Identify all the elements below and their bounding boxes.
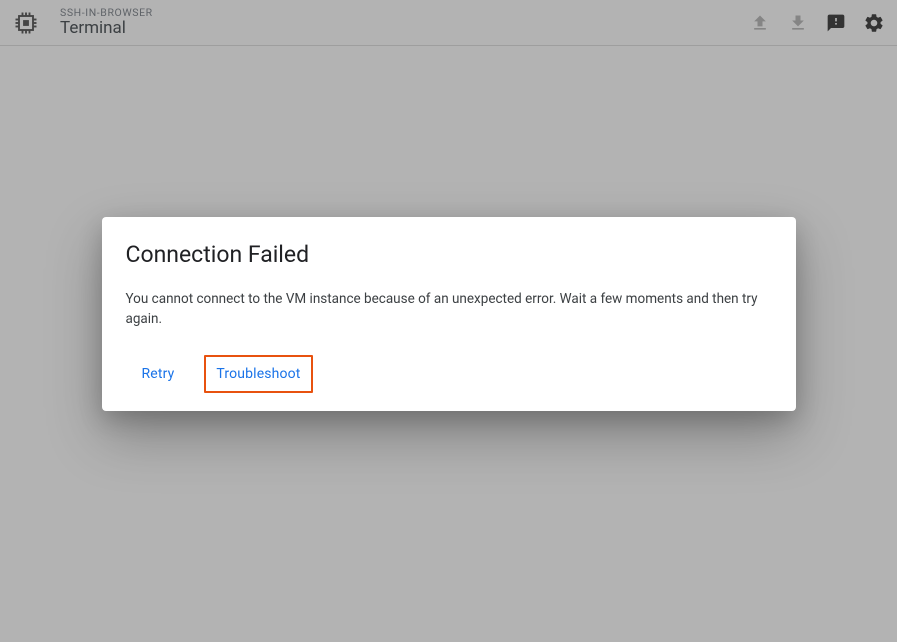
cpu-chip-icon [12, 9, 40, 37]
header-eyebrow: SSH-IN-BROWSER [60, 7, 749, 19]
dialog-title: Connection Failed [126, 241, 772, 268]
header-actions [749, 12, 885, 34]
gear-icon[interactable] [863, 12, 885, 34]
feedback-icon[interactable] [825, 12, 847, 34]
modal-backdrop: Connection Failed You cannot connect to … [0, 46, 897, 642]
header-title-group: SSH-IN-BROWSER Terminal [60, 7, 749, 37]
header-title: Terminal [60, 19, 749, 38]
troubleshoot-button[interactable]: Troubleshoot [204, 355, 312, 393]
upload-icon[interactable] [749, 12, 771, 34]
dialog-message: You cannot connect to the VM instance be… [126, 290, 772, 329]
download-icon[interactable] [787, 12, 809, 34]
connection-failed-dialog: Connection Failed You cannot connect to … [102, 217, 796, 411]
dialog-actions: Retry Troubleshoot [126, 355, 772, 393]
retry-button[interactable]: Retry [132, 356, 185, 392]
app-header: SSH-IN-BROWSER Terminal [0, 0, 897, 46]
